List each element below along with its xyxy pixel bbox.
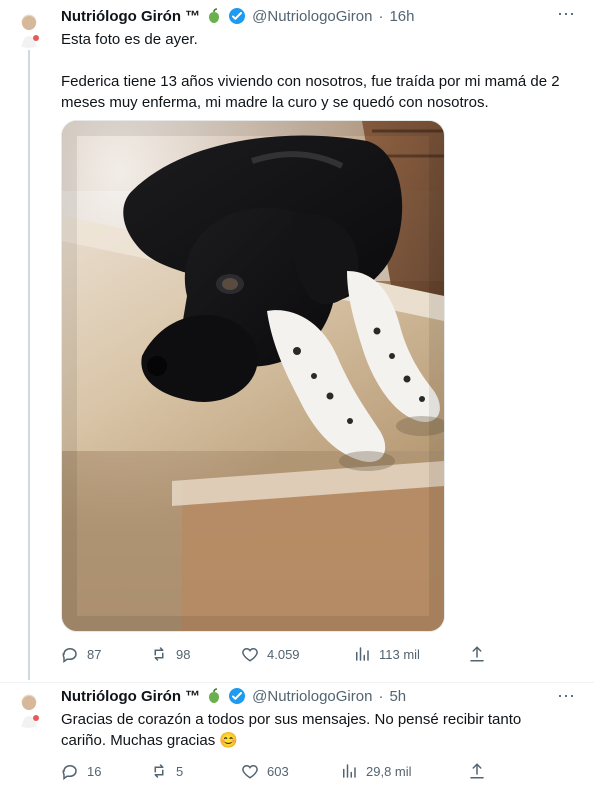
repost-button[interactable]: 98 xyxy=(150,645,190,663)
reply-button[interactable]: 87 xyxy=(61,645,101,663)
green-apple-icon xyxy=(206,8,222,24)
more-options-icon[interactable]: ⋯ xyxy=(557,686,576,707)
separator-dot: · xyxy=(378,687,384,705)
tweet-photo[interactable] xyxy=(61,120,445,632)
thread-connector-line xyxy=(28,50,30,680)
tweet-text-line: cariño. Muchas gracias 😊 xyxy=(61,732,239,749)
views-count: 113 mil xyxy=(379,646,420,662)
heart-icon xyxy=(241,645,259,663)
avatar[interactable] xyxy=(9,8,49,48)
like-count: 603 xyxy=(267,763,289,779)
reply-icon xyxy=(61,645,79,663)
repost-icon xyxy=(150,762,168,780)
separator-dot: · xyxy=(378,7,384,25)
green-apple-icon xyxy=(206,688,222,704)
share-icon xyxy=(468,762,486,780)
repost-count: 5 xyxy=(176,763,184,779)
share-icon xyxy=(468,645,486,663)
tweet-timestamp[interactable]: 16h xyxy=(389,8,414,25)
heart-icon xyxy=(241,762,259,780)
author-handle[interactable]: @NutriologoGiron xyxy=(252,8,372,25)
reply-count: 16 xyxy=(87,763,102,779)
views-button[interactable]: 29,8 mil xyxy=(340,762,412,780)
author-name[interactable]: Nutriólogo Girón ™ xyxy=(61,688,200,705)
reply-button[interactable]: 16 xyxy=(61,762,101,780)
avatar[interactable] xyxy=(9,688,49,728)
views-button[interactable]: 113 mil xyxy=(353,645,420,663)
more-options-icon[interactable]: ⋯ xyxy=(557,4,576,25)
tweet-text-line: Esta foto es de ayer. xyxy=(61,31,198,48)
repost-button[interactable]: 5 xyxy=(150,762,183,780)
reply-icon xyxy=(61,762,79,780)
verified-badge-icon xyxy=(228,687,246,705)
tweet-text-line: meses muy enferma, mi madre la curo y se… xyxy=(61,94,489,111)
bar-chart-icon xyxy=(353,645,371,663)
tweet-timestamp[interactable]: 5h xyxy=(389,688,406,705)
repost-count: 98 xyxy=(176,646,191,662)
verified-badge-icon xyxy=(228,7,246,25)
author-handle[interactable]: @NutriologoGiron xyxy=(252,688,372,705)
repost-icon xyxy=(150,645,168,663)
views-count: 29,8 mil xyxy=(366,763,412,779)
tweet-text-line: Federica tiene 13 años viviendo con noso… xyxy=(61,73,560,90)
divider xyxy=(0,682,594,683)
bar-chart-icon xyxy=(340,762,358,780)
tweet-text-line: Gracias de corazón a todos por sus mensa… xyxy=(61,711,522,728)
share-button[interactable] xyxy=(468,762,486,780)
author-name[interactable]: Nutriólogo Girón ™ xyxy=(61,8,200,25)
reply-count: 87 xyxy=(87,646,102,662)
like-button[interactable]: 4.059 xyxy=(241,645,300,663)
like-button[interactable]: 603 xyxy=(241,762,289,780)
tweet-text-spacer xyxy=(61,50,581,71)
share-button[interactable] xyxy=(468,645,486,663)
like-count: 4.059 xyxy=(267,646,300,662)
